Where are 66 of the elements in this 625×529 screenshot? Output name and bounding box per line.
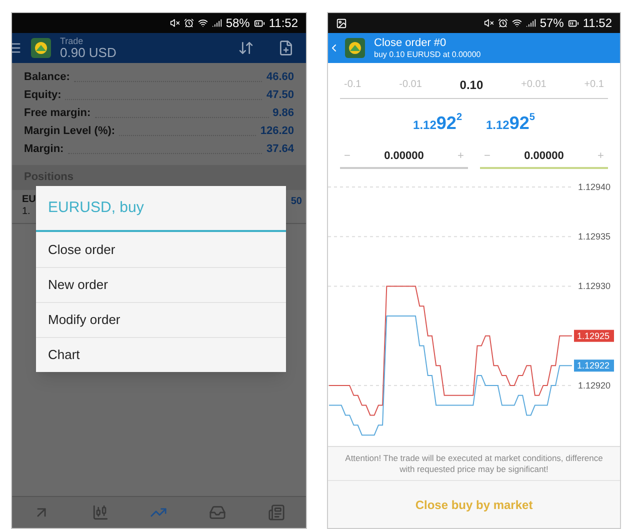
position-symbol: EU bbox=[22, 194, 36, 206]
alarm-icon bbox=[184, 18, 194, 28]
level-value: 0.00000 bbox=[384, 148, 424, 164]
account-value: 47.50 bbox=[266, 88, 294, 102]
axis-label: 1.12935 bbox=[578, 232, 611, 242]
account-value: 9.86 bbox=[272, 106, 294, 120]
price-tag: 1.12925 bbox=[574, 330, 614, 342]
inbox-icon[interactable] bbox=[209, 504, 226, 521]
minus-button[interactable]: − bbox=[484, 148, 490, 164]
volume-step-button[interactable]: +0.1 bbox=[584, 77, 604, 92]
menu-item[interactable]: Close order bbox=[36, 232, 286, 267]
level-value: 0.00000 bbox=[524, 148, 564, 164]
menu-item[interactable]: New order bbox=[36, 267, 286, 302]
axis-label: 1.12940 bbox=[578, 182, 611, 192]
account-label: Free margin: bbox=[24, 106, 91, 120]
account-label: Margin: bbox=[24, 142, 64, 156]
account-label: Balance: bbox=[24, 70, 70, 84]
newspaper-icon[interactable] bbox=[268, 504, 286, 521]
volume-step-button[interactable]: -0.01 bbox=[399, 77, 422, 92]
position-profit: 50 bbox=[290, 194, 302, 208]
header-title: Close order #0 bbox=[374, 38, 448, 48]
battery-percent: 58% bbox=[226, 15, 250, 32]
menu-title: EURUSD, buy bbox=[36, 186, 286, 232]
wifi-icon bbox=[512, 18, 522, 28]
signal-icon bbox=[212, 18, 222, 28]
price-tag: 1.12922 bbox=[574, 360, 614, 372]
header-balance: 0.90 USD bbox=[60, 46, 118, 59]
plus-button[interactable]: + bbox=[458, 148, 464, 164]
header-subtitle: buy 0.10 EURUSD at 0.00000 bbox=[374, 50, 481, 58]
mute-icon bbox=[170, 18, 180, 28]
minus-button[interactable]: − bbox=[344, 148, 350, 164]
mute-icon bbox=[484, 18, 494, 28]
battery-percent: 57% bbox=[540, 15, 564, 32]
signal-icon bbox=[526, 18, 536, 28]
menu-icon[interactable] bbox=[12, 41, 22, 55]
account-label: Margin Level (%): bbox=[24, 124, 116, 138]
volume-step-button[interactable]: -0.1 bbox=[344, 77, 362, 92]
level-field[interactable]: − 0.00000 + bbox=[340, 145, 468, 169]
wifi-icon bbox=[198, 18, 208, 28]
candlestick-icon[interactable] bbox=[92, 504, 109, 521]
clock-time: 11:52 bbox=[268, 15, 298, 32]
axis-label: 1.12930 bbox=[578, 281, 611, 292]
level-field[interactable]: − 0.00000 + bbox=[480, 145, 608, 169]
axis-label: 1.12920 bbox=[578, 380, 611, 390]
new-order-icon[interactable] bbox=[278, 40, 294, 56]
warning-text: Attention! The trade will be executed at market conditions, difference with requested price may be significant! bbox=[328, 447, 620, 482]
volume-step-button[interactable]: +0.01 bbox=[521, 77, 546, 92]
position-price: 1. bbox=[22, 206, 32, 218]
app-logo-icon bbox=[30, 37, 52, 59]
menu-item[interactable]: Modify order bbox=[36, 302, 286, 337]
account-label: Equity: bbox=[24, 88, 62, 102]
account-value: 46.60 bbox=[266, 70, 294, 84]
header-title: Trade bbox=[60, 37, 84, 46]
account-value: 126.20 bbox=[260, 124, 294, 138]
account-value: 37.64 bbox=[266, 142, 294, 156]
plus-button[interactable]: + bbox=[598, 148, 604, 164]
sort-icon[interactable] bbox=[238, 40, 254, 56]
menu-item[interactable]: Chart bbox=[36, 337, 286, 372]
clock-time: 11:52 bbox=[582, 15, 612, 32]
app-logo-icon bbox=[344, 37, 366, 59]
volume-value: 0.10 bbox=[460, 76, 484, 94]
battery-icon bbox=[568, 18, 579, 28]
image-icon bbox=[336, 18, 347, 28]
alarm-icon bbox=[498, 18, 508, 28]
close-by-market-button[interactable]: Close buy by market bbox=[328, 481, 620, 528]
battery-icon bbox=[254, 18, 265, 28]
